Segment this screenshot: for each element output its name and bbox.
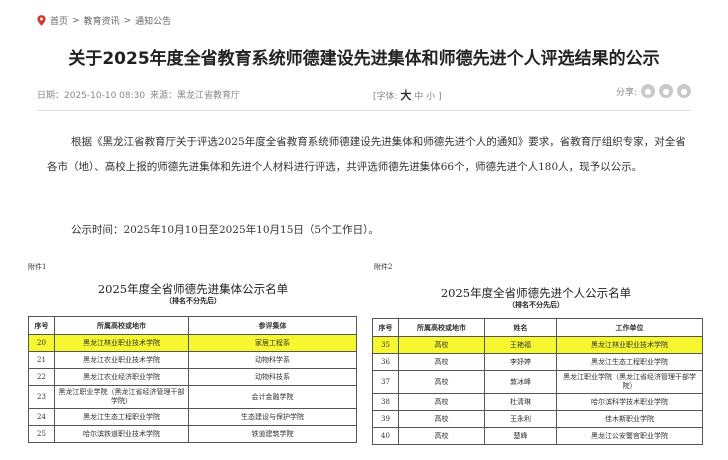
cell-work: 黑龙江公安警官职业学院 (556, 427, 703, 445)
cell-name: 楚峰 (484, 427, 557, 445)
cell-unit: 黑龙江生态工程职业学院 (54, 408, 189, 426)
article-paragraph: 根据《黑龙江省教育厅关于评选2025年度全省教育系统师德建设先进集体和师德先进个… (47, 136, 686, 173)
header-name: 姓名 (484, 318, 557, 337)
cell-unit: 高校 (398, 427, 485, 445)
breadcrumb-separator: > (123, 15, 132, 26)
cell-unit: 高校 (398, 353, 485, 371)
cell-no: 22 (28, 368, 55, 386)
cell-no: 25 (28, 425, 55, 443)
publish-date: 日期：2025-10-10 08:30 (37, 91, 146, 101)
publicity-period: 公示时间：2025年10月10日至2025年10月15日（5个工作日）。 (71, 224, 379, 236)
table2-subtitle: （排名不分先后） (508, 300, 564, 309)
cell-name: 杜清琳 (484, 393, 557, 411)
table-row: 39 高校 王永利 佳木斯职业学院 (372, 410, 703, 428)
share-bar: 分享: ● ● ● (616, 84, 691, 98)
font-size-small[interactable]: 小 (426, 92, 435, 102)
table2-title: 2025年度全省师德先进个人公示名单 (440, 286, 632, 300)
table-row: 40 高校 楚峰 黑龙江公安警官职业学院 (372, 427, 703, 445)
cell-no: 24 (28, 408, 55, 426)
table-row: 24 黑龙江生态工程职业学院 生态建设与保护学院 (28, 408, 357, 426)
table-row: 23 黑龙江职业学院（黑龙江省经济管理干部学院） 会计金融学院 (28, 385, 357, 409)
cell-unit: 黑龙江农业职业技术学院 (54, 351, 189, 369)
table1-title: 2025年度全省师德先进集体公示名单 (97, 282, 289, 296)
wechat-icon[interactable]: ● (641, 84, 655, 98)
font-size-medium[interactable]: 中 (414, 92, 423, 102)
cell-no: 39 (372, 410, 399, 428)
cell-unit: 哈尔滨铁道职业技术学院 (54, 425, 189, 443)
breadcrumb-separator: > (72, 15, 80, 26)
collective-table: 序号 所属高校或地市 参评集体 20 黑龙江林业职业技术学院 家居工程系 21 … (28, 316, 357, 443)
table-row: 36 高校 李妤婷 黑龙江生态工程职业学院 (372, 353, 703, 371)
cell-unit: 高校 (398, 410, 485, 428)
article-source: 来源：黑龙江省教育厅 (150, 91, 241, 101)
cell-group: 家居工程系 (188, 334, 357, 352)
cell-no: 20 (28, 334, 55, 352)
font-size-close: ] (438, 92, 442, 102)
header-work: 工作单位 (556, 318, 703, 337)
cell-unit: 黑龙江职业学院（黑龙江省经济管理干部学院） (54, 385, 189, 409)
attachment-1-label: 附件1 (28, 263, 47, 271)
cell-name: 敦冰峰 (484, 370, 557, 394)
cell-no: 37 (372, 370, 399, 394)
breadcrumb: 首页 > 教育资讯 > 通知公告 (37, 14, 171, 27)
cell-group: 铁道建筑学院 (188, 425, 357, 443)
article-title: 关于2025年度全省教育系统师德建设先进集体和师德先进个人评选结果的公示 (68, 49, 660, 69)
table-row: 38 高校 杜清琳 哈尔滨科学技术职业学院 (372, 393, 703, 411)
header-group: 参评集体 (188, 316, 357, 335)
font-size-label: [字体: (373, 92, 398, 102)
cell-work: 黑龙江生态工程职业学院 (556, 353, 703, 371)
header-no: 序号 (28, 316, 55, 335)
header-unit: 所属高校或地市 (398, 318, 485, 337)
breadcrumb-notice[interactable]: 通知公告 (135, 14, 171, 27)
table-row: 35 高校 王艳福 黑龙江林业职业技术学院 (372, 336, 703, 354)
cell-work: 黑龙江林业职业技术学院 (556, 336, 703, 354)
font-size-selector: [字体: 大 中 小 ] (373, 87, 442, 103)
individual-table: 序号 所属高校或地市 姓名 工作单位 35 高校 王艳福 黑龙江林业职业技术学院… (372, 318, 703, 445)
cell-work: 佳木斯职业学院 (556, 410, 703, 428)
weibo-icon[interactable]: ● (659, 84, 673, 98)
cell-no: 21 (28, 351, 55, 369)
cell-unit: 高校 (398, 336, 485, 354)
article-meta: 日期：2025-10-10 08:30 来源：黑龙江省教育厅 [字体: 大 中 … (37, 84, 691, 104)
cell-unit: 高校 (398, 393, 485, 411)
table-row: 22 黑龙江农业经济职业学院 动物科技系 (28, 368, 357, 386)
cell-no: 23 (28, 385, 55, 409)
table1-subtitle: （排名不分先后） (165, 296, 221, 305)
cell-no: 40 (372, 427, 399, 445)
location-pin-icon (37, 15, 46, 26)
cell-no: 38 (372, 393, 399, 411)
cell-work: 黑龙江职业学院（黑龙江省经济管理干部学院） (556, 370, 703, 394)
cell-name: 王艳福 (484, 336, 557, 354)
table-row: 21 黑龙江农业职业技术学院 动物科学系 (28, 351, 357, 369)
cell-name: 王永利 (484, 410, 557, 428)
font-size-large[interactable]: 大 (400, 89, 411, 102)
breadcrumb-news[interactable]: 教育资讯 (84, 14, 120, 27)
cell-group: 生态建设与保护学院 (188, 408, 357, 426)
breadcrumb-home[interactable]: 首页 (50, 14, 68, 27)
meta-divider (37, 110, 691, 111)
cell-name: 李妤婷 (484, 353, 557, 371)
cell-unit: 黑龙江农业经济职业学院 (54, 368, 189, 386)
table-header-row: 序号 所属高校或地市 姓名 工作单位 (372, 318, 703, 337)
header-no: 序号 (372, 318, 399, 337)
table-row: 37 高校 敦冰峰 黑龙江职业学院（黑龙江省经济管理干部学院） (372, 370, 703, 394)
cell-unit: 高校 (398, 370, 485, 394)
share-label: 分享: (615, 87, 637, 98)
qq-icon[interactable]: ● (677, 84, 691, 98)
cell-group: 动物科技系 (188, 368, 357, 386)
attachment-2-label: 附件2 (374, 263, 393, 271)
table-header-row: 序号 所属高校或地市 参评集体 (28, 316, 357, 335)
cell-no: 36 (372, 353, 399, 371)
table-row: 25 哈尔滨铁道职业技术学院 铁道建筑学院 (28, 425, 357, 443)
header-unit: 所属高校或地市 (54, 316, 189, 335)
cell-unit: 黑龙江林业职业技术学院 (54, 334, 189, 352)
table-row: 20 黑龙江林业职业技术学院 家居工程系 (28, 334, 357, 352)
cell-group: 动物科学系 (188, 351, 357, 369)
cell-no: 35 (372, 336, 399, 354)
cell-group: 会计金融学院 (188, 385, 357, 409)
cell-work: 哈尔滨科学技术职业学院 (556, 393, 703, 411)
